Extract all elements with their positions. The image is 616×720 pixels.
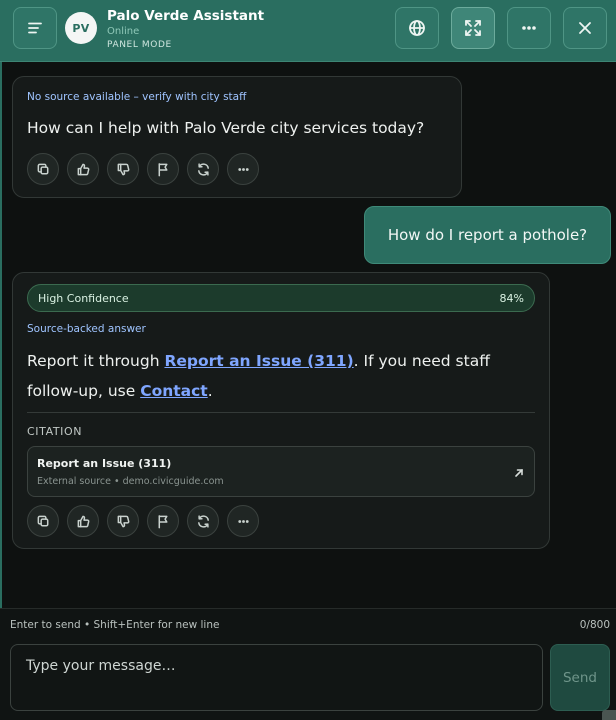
flag-button[interactable] — [147, 153, 179, 185]
keyboard-hint: Enter to send • Shift+Enter for new line — [10, 619, 220, 631]
resize-handle[interactable] — [602, 710, 616, 720]
mode-label: PANEL MODE — [107, 40, 172, 50]
message-more-button[interactable] — [227, 153, 259, 185]
language-button[interactable] — [395, 7, 439, 49]
confidence-badge: High Confidence 84% — [27, 284, 535, 312]
more-horizontal-icon — [522, 26, 536, 30]
more-button[interactable] — [507, 7, 551, 49]
confidence-label: High Confidence — [38, 292, 129, 305]
message-list[interactable]: No source available – verify with city s… — [0, 62, 616, 608]
thumbs-down-button[interactable] — [107, 505, 139, 537]
message-actions — [27, 153, 259, 185]
report-issue-link[interactable]: Report an Issue (311) — [164, 352, 353, 370]
menu-button[interactable] — [13, 7, 57, 49]
more-horizontal-icon — [237, 519, 249, 523]
message-actions — [27, 505, 259, 537]
flag-button[interactable] — [147, 505, 179, 537]
copy-button[interactable] — [27, 153, 59, 185]
assistant-message-welcome: No source available – verify with city s… — [12, 76, 462, 198]
citation-label: CITATION — [27, 425, 83, 438]
confidence-percent: 84% — [499, 292, 524, 305]
user-message: How do I report a pothole? — [364, 206, 611, 264]
thumbs-up-icon — [77, 515, 89, 527]
character-count: 0/800 — [579, 619, 610, 631]
expand-icon — [465, 20, 481, 36]
refresh-icon — [197, 514, 209, 528]
assistant-message-answer: High Confidence 84% Source-backed answer… — [12, 272, 550, 549]
citation-title: Report an Issue (311) — [37, 457, 172, 470]
avatar: PV — [65, 12, 97, 44]
thumbs-down-icon — [117, 163, 129, 175]
close-icon — [579, 22, 591, 34]
thumbs-up-button[interactable] — [67, 505, 99, 537]
chat-header: PV Palo Verde Assistant Online PANEL MOD… — [0, 0, 616, 62]
source-note: Source-backed answer — [27, 323, 146, 335]
message-input[interactable] — [10, 644, 543, 711]
expand-button[interactable] — [451, 7, 495, 49]
flag-icon — [158, 514, 168, 528]
citation-source: External source • demo.civicguide.com — [37, 476, 224, 487]
external-link-icon — [513, 464, 525, 477]
divider — [27, 412, 535, 413]
answer-text-part: Report it through — [27, 352, 165, 370]
answer-text: Report it through Report an Issue (311).… — [27, 346, 497, 406]
flag-icon — [158, 162, 168, 176]
thumbs-down-icon — [117, 515, 129, 527]
refresh-icon — [197, 162, 209, 176]
source-note: No source available – verify with city s… — [27, 91, 247, 103]
globe-icon — [409, 20, 425, 36]
thumbs-up-button[interactable] — [67, 153, 99, 185]
contact-link[interactable]: Contact — [140, 382, 208, 400]
status-text: Online — [107, 26, 140, 37]
thumbs-down-button[interactable] — [107, 153, 139, 185]
copy-icon — [37, 163, 48, 174]
composer: Enter to send • Shift+Enter for new line… — [0, 608, 616, 720]
close-button[interactable] — [563, 7, 607, 49]
citation-card[interactable]: Report an Issue (311) External source • … — [27, 446, 535, 497]
copy-icon — [37, 515, 48, 526]
answer-text-part: . — [207, 382, 213, 400]
message-more-button[interactable] — [227, 505, 259, 537]
menu-icon — [28, 22, 42, 34]
regenerate-button[interactable] — [187, 153, 219, 185]
more-horizontal-icon — [237, 167, 249, 171]
copy-button[interactable] — [27, 505, 59, 537]
regenerate-button[interactable] — [187, 505, 219, 537]
assistant-title: Palo Verde Assistant — [107, 8, 265, 24]
message-text: How can I help with Palo Verde city serv… — [27, 119, 425, 137]
send-button[interactable]: Send — [550, 644, 610, 711]
thumbs-up-icon — [77, 163, 89, 175]
